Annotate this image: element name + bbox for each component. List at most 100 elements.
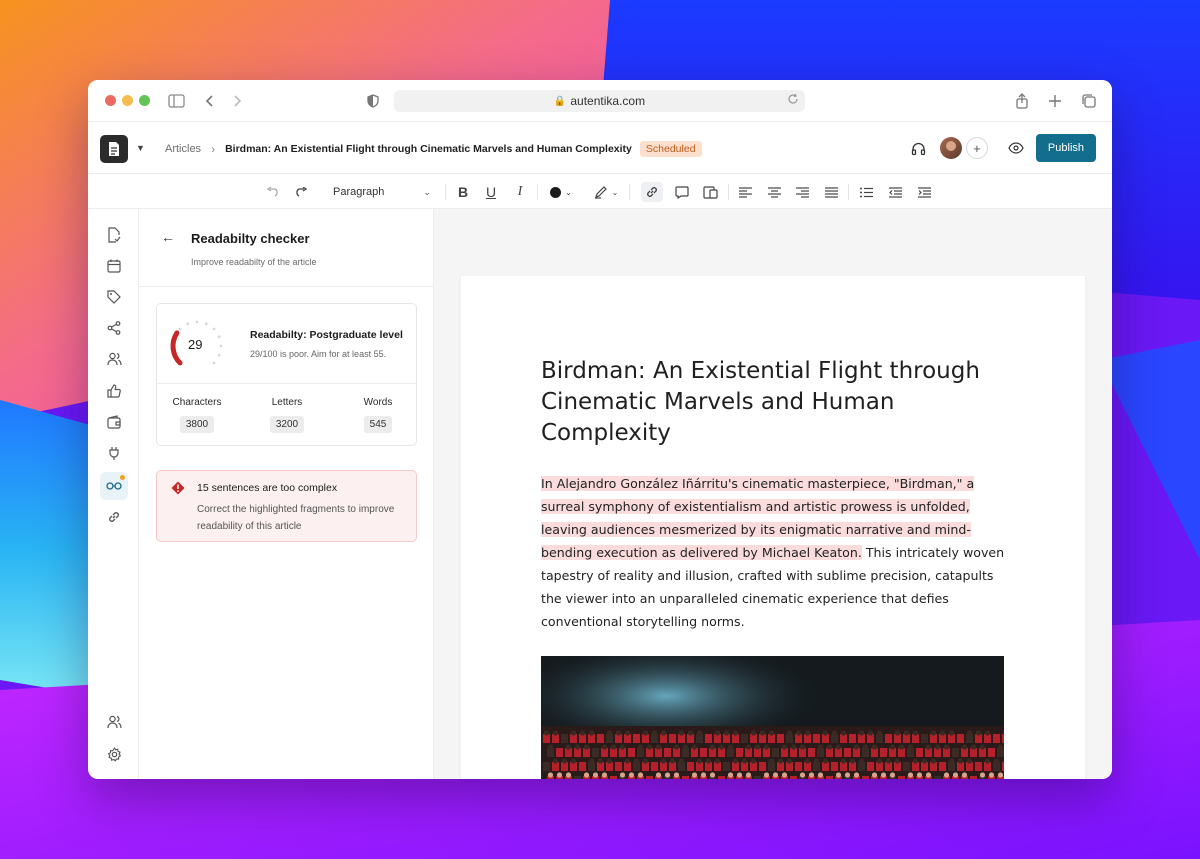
privacy-shield-icon[interactable] — [363, 91, 383, 111]
left-rail — [88, 209, 139, 779]
editor-toolbar: Paragraph ⌄ B U I ⌄ ⌄ — [88, 174, 1112, 209]
share-icon[interactable] — [1012, 91, 1032, 111]
toolbar-divider — [445, 184, 446, 200]
chevron-down-icon: ⌄ — [611, 187, 619, 197]
readability-note: 29/100 is poor. Aim for at least 55. — [250, 349, 387, 359]
text-color-picker[interactable]: ⌄ — [546, 182, 576, 202]
text-stats: Characters 3800 Letters 3200 Words 545 — [157, 384, 416, 446]
stat-value: 545 — [363, 416, 393, 433]
stat-label: Characters — [172, 397, 222, 408]
browser-window: 🔒 autentika.com ▼ Articles › Birdman: An… — [88, 80, 1112, 779]
lock-icon: 🔒 — [553, 95, 567, 107]
bold-icon[interactable]: B — [454, 182, 472, 202]
plug-icon[interactable] — [104, 443, 124, 463]
panel-title: Readabilty checker — [191, 231, 310, 246]
users-icon[interactable] — [104, 349, 124, 369]
workspace-dropdown-icon[interactable]: ▼ — [136, 143, 145, 153]
cinema-audience-image[interactable] — [541, 656, 1004, 779]
complexity-alert[interactable]: 15 sentences are too complex Correct the… — [156, 470, 417, 542]
app-logo[interactable] — [100, 135, 128, 163]
editor-canvas: Birdman: An Existential Flight through C… — [434, 209, 1112, 779]
back-arrow-icon[interactable]: ← — [161, 229, 175, 245]
readability-score: 29 — [188, 337, 203, 352]
stat-characters: Characters 3800 — [169, 397, 225, 433]
window-controls — [105, 95, 150, 106]
document-page[interactable]: Birdman: An Existential Flight through C… — [461, 276, 1085, 779]
avatar[interactable] — [939, 137, 962, 159]
team-icon[interactable] — [104, 712, 124, 732]
stat-label: Letters — [271, 397, 303, 408]
stat-words: Words 545 — [359, 397, 397, 433]
align-center-icon[interactable] — [765, 182, 783, 202]
score-summary: 29 Readabilty: Postgraduate level 29/100… — [157, 304, 416, 384]
redo-icon[interactable] — [292, 182, 310, 202]
minimize-window-button[interactable] — [122, 95, 133, 106]
media-icon[interactable] — [701, 182, 719, 202]
breadcrumb: Articles › Birdman: An Existential Fligh… — [165, 141, 702, 157]
zoom-window-button[interactable] — [139, 95, 150, 106]
wallet-icon[interactable] — [104, 412, 124, 432]
warning-icon — [171, 481, 185, 500]
new-tab-icon[interactable] — [1045, 91, 1065, 111]
chevron-right-icon: › — [211, 142, 216, 156]
forward-nav-icon[interactable] — [227, 91, 247, 111]
browser-toolbar: 🔒 autentika.com — [88, 80, 1112, 122]
stat-value: 3800 — [179, 416, 215, 433]
panel-subtitle: Improve readabilty of the article — [191, 257, 317, 267]
app-header: ▼ Articles › Birdman: An Existential Fli… — [88, 122, 1112, 174]
toolbar-divider — [629, 184, 630, 200]
alert-title: 15 sentences are too complex — [197, 482, 338, 494]
link-icon[interactable] — [641, 182, 663, 202]
align-justify-icon[interactable] — [822, 182, 840, 202]
italic-icon[interactable]: I — [511, 182, 529, 202]
address-bar[interactable]: 🔒 autentika.com — [394, 90, 805, 112]
publish-button[interactable]: Publish — [1035, 134, 1096, 162]
indent-icon[interactable] — [915, 182, 933, 202]
share-nodes-icon[interactable] — [104, 318, 124, 338]
stat-letters: Letters 3200 — [265, 397, 309, 433]
app-body: ← Readabilty checker Improve readabilty … — [88, 209, 1112, 779]
toolbar-divider — [848, 184, 849, 200]
calendar-icon[interactable] — [104, 256, 124, 276]
bullet-list-icon[interactable] — [857, 182, 875, 202]
stat-value: 3200 — [269, 416, 305, 433]
panel-header: ← Readabilty checker Improve readabilty … — [139, 209, 433, 287]
headphones-icon[interactable] — [911, 141, 926, 156]
notification-dot — [120, 475, 125, 480]
link-rail-icon[interactable] — [104, 507, 124, 527]
block-style-select[interactable]: Paragraph ⌄ — [333, 182, 433, 202]
highlight-pen-picker[interactable]: ⌄ — [590, 182, 622, 202]
tabs-overview-icon[interactable] — [1079, 91, 1099, 111]
gear-icon[interactable] — [104, 744, 124, 764]
sidebar-toggle-icon[interactable] — [166, 91, 186, 111]
add-collaborator-button[interactable]: + — [965, 137, 988, 159]
back-nav-icon[interactable] — [200, 91, 220, 111]
close-window-button[interactable] — [105, 95, 116, 106]
text-color-swatch-icon — [550, 186, 562, 198]
outdent-icon[interactable] — [886, 182, 904, 202]
thumbs-up-icon[interactable] — [104, 381, 124, 401]
readability-level: Readabilty: Postgraduate level — [250, 329, 403, 341]
toolbar-divider — [537, 184, 538, 200]
url-text: autentika.com — [570, 94, 646, 108]
readability-glasses-icon[interactable] — [100, 472, 128, 500]
undo-icon[interactable] — [264, 182, 282, 202]
block-style-value: Paragraph — [333, 186, 385, 198]
header-actions: + Publish — [911, 134, 1096, 162]
align-right-icon[interactable] — [793, 182, 811, 202]
breadcrumb-article-title: Birdman: An Existential Flight through C… — [225, 143, 632, 155]
document-check-icon[interactable] — [104, 225, 124, 245]
tag-icon[interactable] — [104, 287, 124, 307]
breadcrumb-articles-link[interactable]: Articles — [165, 143, 201, 155]
reload-icon[interactable] — [787, 93, 799, 108]
stat-label: Words — [363, 397, 393, 408]
chevron-down-icon: ⌄ — [565, 187, 572, 197]
align-left-icon[interactable] — [736, 182, 754, 202]
alert-body: Correct the highlighted fragments to imp… — [197, 504, 395, 532]
comment-icon[interactable] — [673, 182, 691, 202]
preview-eye-icon[interactable] — [1008, 142, 1024, 154]
readability-score-card: 29 Readabilty: Postgraduate level 29/100… — [156, 303, 417, 446]
underline-icon[interactable]: U — [482, 182, 500, 202]
document-paragraph[interactable]: In Alejandro González Iñárritu's cinemat… — [541, 472, 1011, 633]
document-title[interactable]: Birdman: An Existential Flight through C… — [541, 356, 1011, 449]
